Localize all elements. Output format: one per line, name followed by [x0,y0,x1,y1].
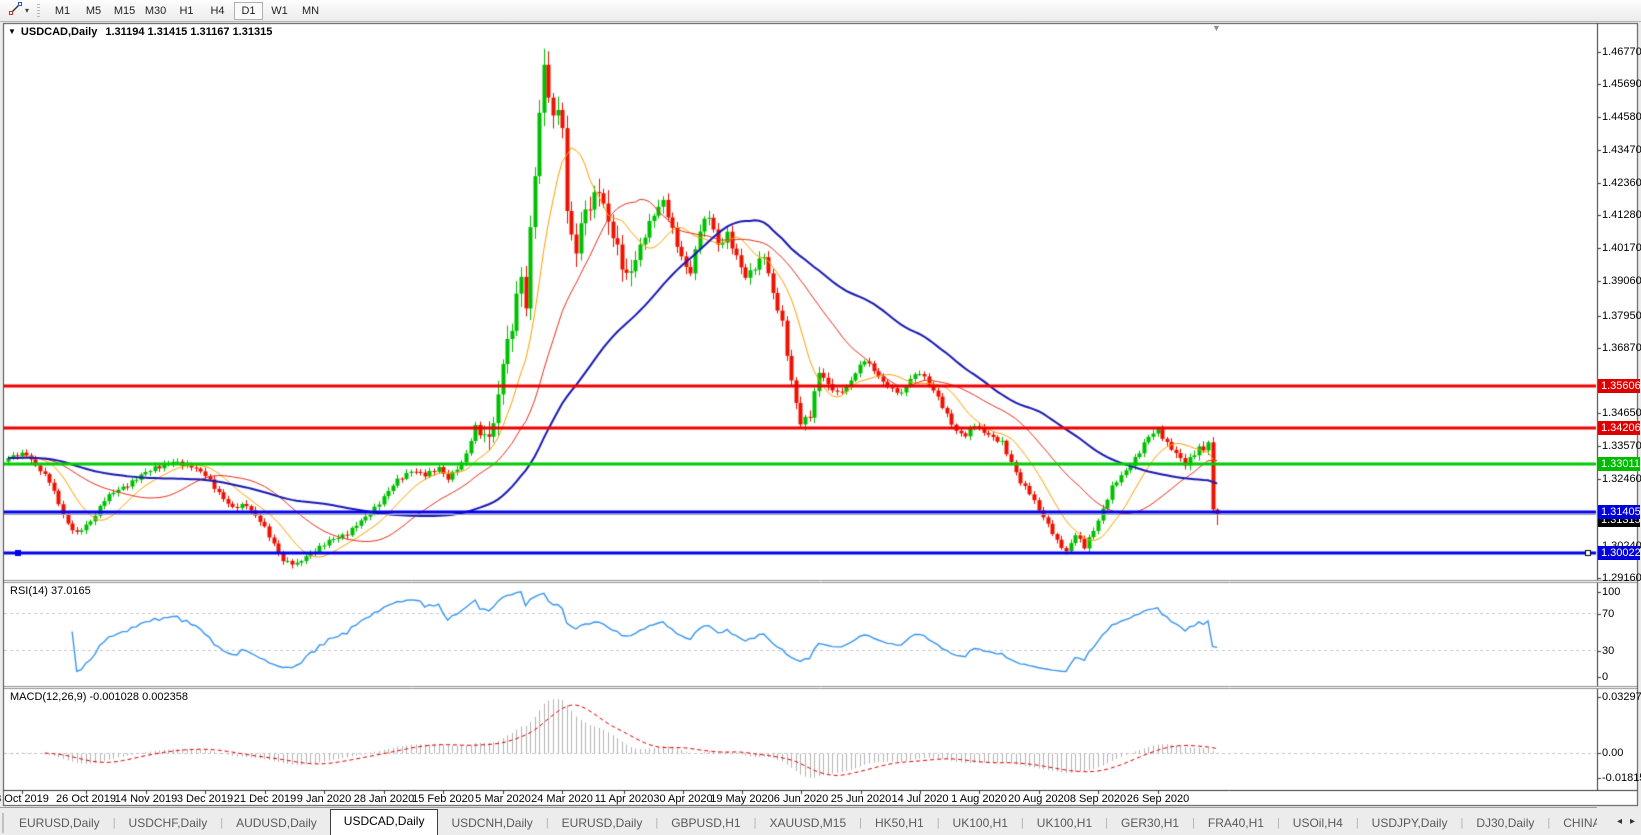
chart-tab-usdjpy-14[interactable]: USDJPY,Daily [1359,812,1461,834]
chart-tab-usdcad-3[interactable]: USDCAD,Daily [330,809,439,835]
macd-tick-label: 0.032972 [1602,690,1641,704]
price-tick-label: 1.34650 [1602,406,1641,420]
price-tick-label: 1.46770 [1602,45,1641,59]
chart-tab-usdcnh-4[interactable]: USDCNH,Daily [438,812,545,834]
timeframe-button-m30[interactable]: M30 [141,2,170,20]
chart-tab-fra40-12[interactable]: FRA40,H1 [1195,812,1277,834]
price-tick-label: 1.39060 [1602,274,1641,288]
tab-scroll-controls: ◂ ▸ [1597,807,1641,835]
chart-tab-ger30-11[interactable]: GER30,H1 [1108,812,1192,834]
timeframe-button-mn[interactable]: MN [296,2,325,20]
chart-tab-xauusd-7[interactable]: XAUUSD,M15 [756,812,859,834]
tab-scroll-right-icon[interactable]: ▸ [1630,816,1635,827]
date-tick-label: 14 Nov 2019 [115,793,177,805]
date-tick-label: 8 Sep 2020 [1070,793,1126,805]
date-tick-label: 19 May 2020 [710,793,774,805]
tab-scroll-left-icon[interactable]: ◂ [1617,816,1622,827]
timeframe-button-m15[interactable]: M15 [110,2,139,20]
chart-canvas[interactable] [0,0,1641,835]
price-tick-label: 1.41280 [1602,208,1641,222]
date-tick-label: 24 Mar 2020 [531,793,593,805]
macd-tick-label: -0.018154 [1602,771,1641,785]
rsi-tick-label: 0 [1602,670,1608,684]
toolbar: ▾ M1M5M15M30H1H4D1W1MN [0,0,1641,22]
price-tick-label: 1.32460 [1602,472,1641,486]
chart-tab-eurusd-5[interactable]: EURUSD,Daily [549,812,656,834]
date-tick-label: 8 Oct 2019 [0,793,49,805]
chart-tab-dj30-15[interactable]: DJ30,Daily [1463,812,1547,834]
tab-bar-corner [2,813,4,833]
rsi-tick-label: 70 [1602,607,1614,621]
trendline-tool-icon [8,1,23,21]
draw-tool-button[interactable]: ▾ [5,2,32,20]
date-tick-label: 1 Aug 2020 [951,793,1007,805]
date-tick-label: 26 Oct 2019 [56,793,116,805]
date-tick-label: 26 Sep 2020 [1127,793,1189,805]
price-level-tag: 1.34206 [1598,421,1640,435]
chart-tab-usdchf-1[interactable]: USDCHF,Daily [116,812,221,834]
chart-tab-usoil-13[interactable]: USOil,H4 [1280,812,1356,834]
price-level-tag: 1.35606 [1598,379,1640,393]
timeframe-button-h4[interactable]: H4 [203,2,232,20]
chart-tab-uk100-9[interactable]: UK100,H1 [940,812,1021,834]
price-level-tag: 1.30022 [1598,546,1640,560]
toolbar-grip-handle[interactable] [37,4,40,18]
date-tick-label: 21 Dec 2019 [234,793,296,805]
timeframe-button-m5[interactable]: M5 [79,2,108,20]
date-tick-label: 3 Dec 2019 [177,793,233,805]
date-tick-label: 30 Apr 2020 [653,793,712,805]
price-tick-label: 1.40170 [1602,241,1641,255]
price-tick-label: 1.45690 [1602,77,1641,91]
price-tick-label: 1.44580 [1602,110,1641,124]
rsi-tick-label: 30 [1602,644,1614,658]
date-tick-label: 14 Jul 2020 [892,793,949,805]
price-tick-label: 1.29160 [1602,571,1641,585]
price-tick-label: 1.33570 [1602,439,1641,453]
price-level-tag: 1.31405 [1598,505,1640,519]
date-tick-label: 9 Jan 2020 [297,793,351,805]
timeframe-button-m1[interactable]: M1 [48,2,77,20]
price-tick-label: 1.37950 [1602,309,1641,323]
date-tick-label: 11 Apr 2020 [595,793,654,805]
rsi-tick-label: 100 [1602,585,1620,599]
tool-dropdown-caret-icon[interactable]: ▾ [25,6,29,15]
date-tick-label: 25 Jun 2020 [831,793,892,805]
price-level-tag: 1.33011 [1598,457,1640,471]
date-tick-label: 20 Aug 2020 [1008,793,1070,805]
chart-tab-uk100-10[interactable]: UK100,H1 [1024,812,1105,834]
timeframe-bar: M1M5M15M30H1H4D1W1MN [47,2,326,20]
chart-tab-bar: EURUSD,Daily|USDCHF,Daily|AUDUSD,DailyUS… [0,807,1641,835]
date-tick-label: 6 Jun 2020 [774,793,828,805]
price-tick-label: 1.36870 [1602,341,1641,355]
chart-tab-eurusd-0[interactable]: EURUSD,Daily [6,812,113,834]
chart-tab-gbpusd-6[interactable]: GBPUSD,H1 [658,812,753,834]
chart-tab-hk50-8[interactable]: HK50,H1 [862,812,937,834]
timeframe-button-w1[interactable]: W1 [265,2,294,20]
chart-tab-audusd-2[interactable]: AUDUSD,Daily [223,812,330,834]
app-window: ▾ M1M5M15M30H1H4D1W1MN ▼USDCAD,Daily1.31… [0,0,1641,835]
date-tick-label: 28 Jan 2020 [354,793,415,805]
price-tick-label: 1.43470 [1602,143,1641,157]
macd-tick-label: 0.00 [1602,746,1623,760]
timeframe-button-h1[interactable]: H1 [172,2,201,20]
timeframe-button-d1[interactable]: D1 [234,2,263,20]
date-tick-label: 15 Feb 2020 [412,793,474,805]
date-tick-label: 5 Mar 2020 [475,793,531,805]
price-tick-label: 1.42360 [1602,176,1641,190]
